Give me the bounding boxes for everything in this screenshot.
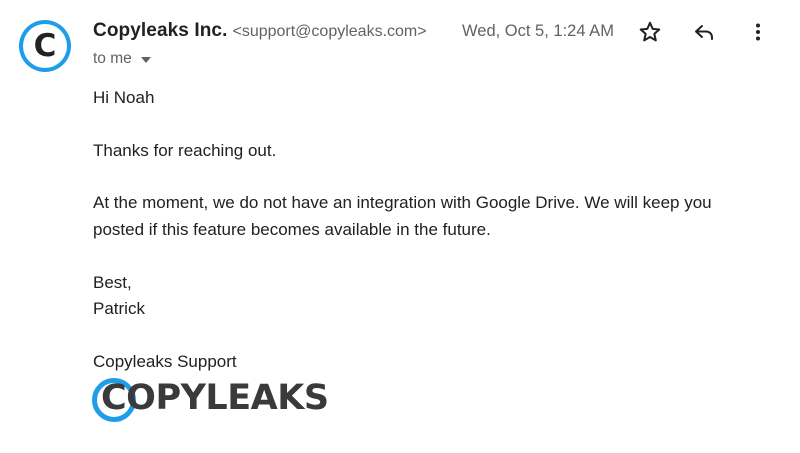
more-vert-icon [756,23,760,41]
sender-name[interactable]: Copyleaks Inc. [93,20,227,41]
signoff: Best, [93,273,132,292]
recipient-details-toggle[interactable]: to me [93,50,151,68]
message-paragraph-line-2: posted if this feature becomes available… [93,220,491,239]
copyleaks-logo: COPYLEAKS [92,376,329,424]
sender-email: <support@copyleaks.com> [232,23,427,40]
reply-button[interactable] [691,19,717,45]
reply-icon [695,25,713,40]
team-signature: Copyleaks Support [93,352,237,371]
star-button[interactable] [637,19,663,45]
message-paragraph-line-1: At the moment, we do not have an integra… [93,193,712,212]
thanks-line: Thanks for reaching out. [93,141,277,160]
chevron-down-icon [140,50,151,68]
signer-name: Patrick [93,299,145,318]
sender-line: Copyleaks Inc. <support@copyleaks.com> [93,20,427,46]
star-icon [639,21,661,42]
recipient-label: to me [93,50,132,67]
more-options-button[interactable] [745,19,771,45]
greeting: Hi Noah [93,88,155,107]
avatar-inner-circle: C [23,24,67,68]
logo-wordmark: COPYLEAKS [101,378,329,418]
sender-avatar[interactable]: C [19,20,71,72]
message-date: Wed, Oct 5, 1:24 AM [462,22,614,40]
avatar-letter: C [33,28,57,64]
